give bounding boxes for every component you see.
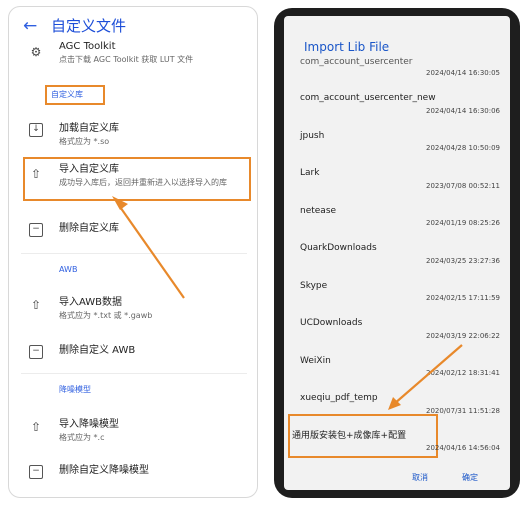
file-date: 2024/03/25 23:27:36 xyxy=(425,257,500,265)
upload-icon: ⇧ xyxy=(30,298,42,312)
delete-lib-label: 删除自定义库 xyxy=(59,223,119,234)
divider xyxy=(21,373,247,374)
file-date: 2024/04/16 14:56:04 xyxy=(425,444,500,452)
import-noise-label: 导入降噪模型 xyxy=(59,419,119,430)
delete-noise-label: 删除自定义降噪模型 xyxy=(59,465,149,476)
file-name[interactable]: QuarkDownloads xyxy=(300,243,377,254)
file-date: 2024/01/19 08:25:26 xyxy=(425,219,500,227)
upload-icon: ⇧ xyxy=(30,420,42,434)
file-delete-icon: − xyxy=(29,223,43,237)
file-name[interactable]: netease xyxy=(300,206,336,217)
agc-toolkit-label[interactable]: AGC Toolkit xyxy=(59,41,116,53)
file-date: 2024/04/28 10:50:09 xyxy=(425,144,500,152)
confirm-button[interactable]: 确定 xyxy=(462,473,478,483)
load-lib-desc: 格式应为 *.so xyxy=(59,137,110,146)
file-name[interactable]: xueqiu_pdf_temp xyxy=(300,393,378,404)
screenshot-composite: ← 自定义文件 ⚙ AGC Toolkit 点击下载 AGC Toolkit 获… xyxy=(0,0,527,506)
file-import-icon: ↓ xyxy=(29,123,43,137)
file-name[interactable]: com_account_usercenter_new xyxy=(300,93,436,104)
agc-toolkit-desc: 点击下载 AGC Toolkit 获取 LUT 文件 xyxy=(59,55,194,64)
file-date: 2023/07/08 00:52:11 xyxy=(425,182,500,190)
file-date: 2024/02/15 17:11:59 xyxy=(425,294,500,302)
gear-icon: ⚙ xyxy=(30,45,42,59)
app-bar: ← 自定义文件 xyxy=(9,7,257,47)
file-name[interactable]: jpush xyxy=(300,131,324,142)
cancel-button[interactable]: 取消 xyxy=(412,473,428,483)
import-lib-desc: 成功导入库后，返回并重新进入以选择导入的库 xyxy=(59,178,227,187)
section-custom-lib: 自定义库 xyxy=(51,90,83,99)
dialog-title: Import Lib File xyxy=(304,40,390,54)
file-delete-icon: − xyxy=(29,465,43,479)
import-awb-desc: 格式应为 *.txt 或 *.gawb xyxy=(59,311,153,320)
phone-frame: Import Lib File com_account_usercenter 2… xyxy=(274,8,520,498)
import-lib-label: 导入自定义库 xyxy=(59,164,119,175)
import-lib-dialog: Import Lib File com_account_usercenter 2… xyxy=(284,16,510,490)
import-noise-desc: 格式应为 *.c xyxy=(59,433,105,442)
page-title: 自定义文件 xyxy=(51,17,127,35)
section-noise-model: 降噪模型 xyxy=(59,385,91,394)
file-delete-icon: − xyxy=(29,345,43,359)
file-name[interactable]: Lark xyxy=(300,168,319,179)
file-date: 2024/04/14 16:30:05 xyxy=(425,69,500,77)
file-name-selected[interactable]: 通用版安装包+成像库+配置 xyxy=(292,431,406,442)
section-awb: AWB xyxy=(59,265,78,274)
divider xyxy=(21,253,247,254)
file-date: 2024/02/12 18:31:41 xyxy=(425,369,500,377)
delete-awb-label: 删除自定义 AWB xyxy=(59,345,136,356)
load-lib-label: 加载自定义库 xyxy=(59,123,119,134)
back-arrow-icon[interactable]: ← xyxy=(23,17,37,35)
file-name[interactable]: WeiXin xyxy=(300,356,331,367)
file-name[interactable]: com_account_usercenter xyxy=(300,57,412,68)
file-name[interactable]: Skype xyxy=(300,281,327,292)
import-awb-label: 导入AWB数据 xyxy=(59,297,123,308)
file-date: 2024/04/14 16:30:06 xyxy=(425,107,500,115)
custom-files-screen: ← 自定义文件 ⚙ AGC Toolkit 点击下载 AGC Toolkit 获… xyxy=(8,6,258,498)
file-date: 2024/03/19 22:06:22 xyxy=(425,332,500,340)
upload-icon: ⇧ xyxy=(30,167,42,181)
file-name[interactable]: UCDownloads xyxy=(300,318,362,329)
